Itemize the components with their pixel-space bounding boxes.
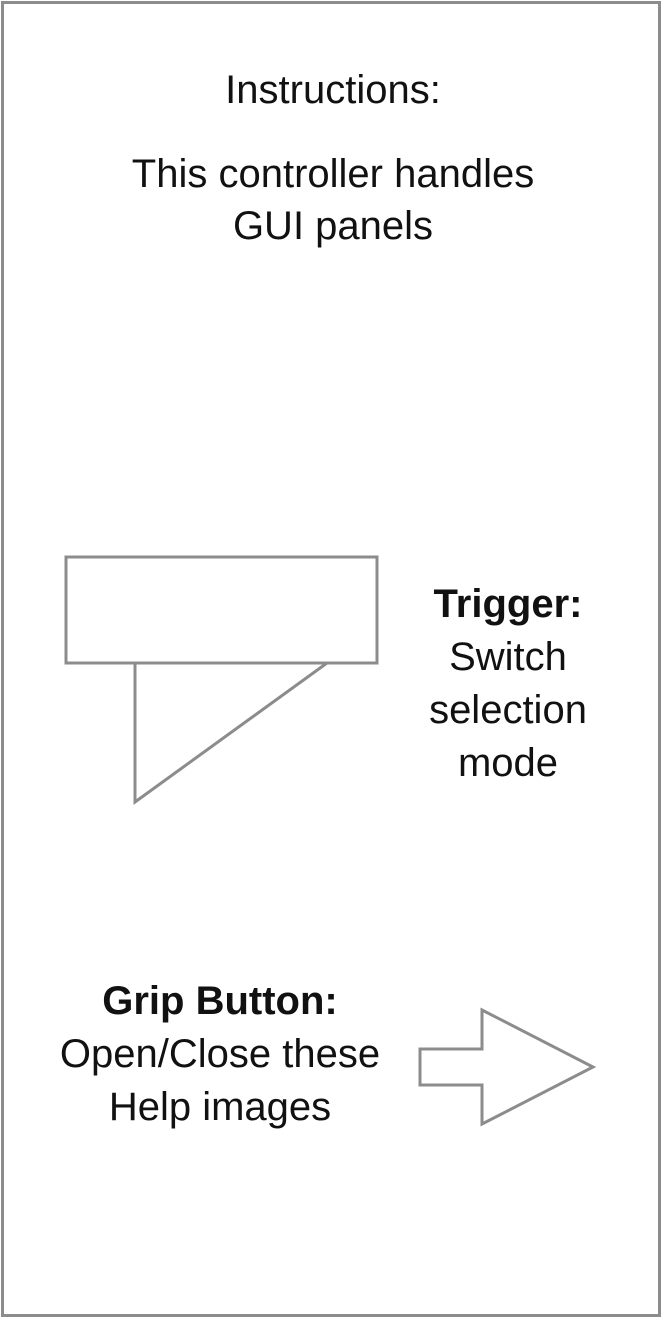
grip-arrow [418, 1007, 597, 1127]
trigger-label: Trigger: Switch selection mode [408, 578, 608, 790]
trigger-line-2: selection [429, 688, 587, 732]
trigger-line-3: mode [457, 741, 559, 785]
grip-label: Grip Button: Open/Close these Help image… [20, 975, 420, 1134]
grip-line-1: Open/Close these [59, 1032, 381, 1076]
trigger-line-1: Switch [449, 635, 567, 679]
trigger-title: Trigger: [433, 582, 583, 626]
grip-title: Grip Button: [102, 979, 338, 1023]
trigger-tip [133, 661, 328, 805]
trigger-body [64, 555, 379, 665]
trigger-shape-icon [64, 555, 379, 805]
grip-line-2: Help images [108, 1085, 332, 1129]
arrow-right-icon [418, 1007, 597, 1127]
